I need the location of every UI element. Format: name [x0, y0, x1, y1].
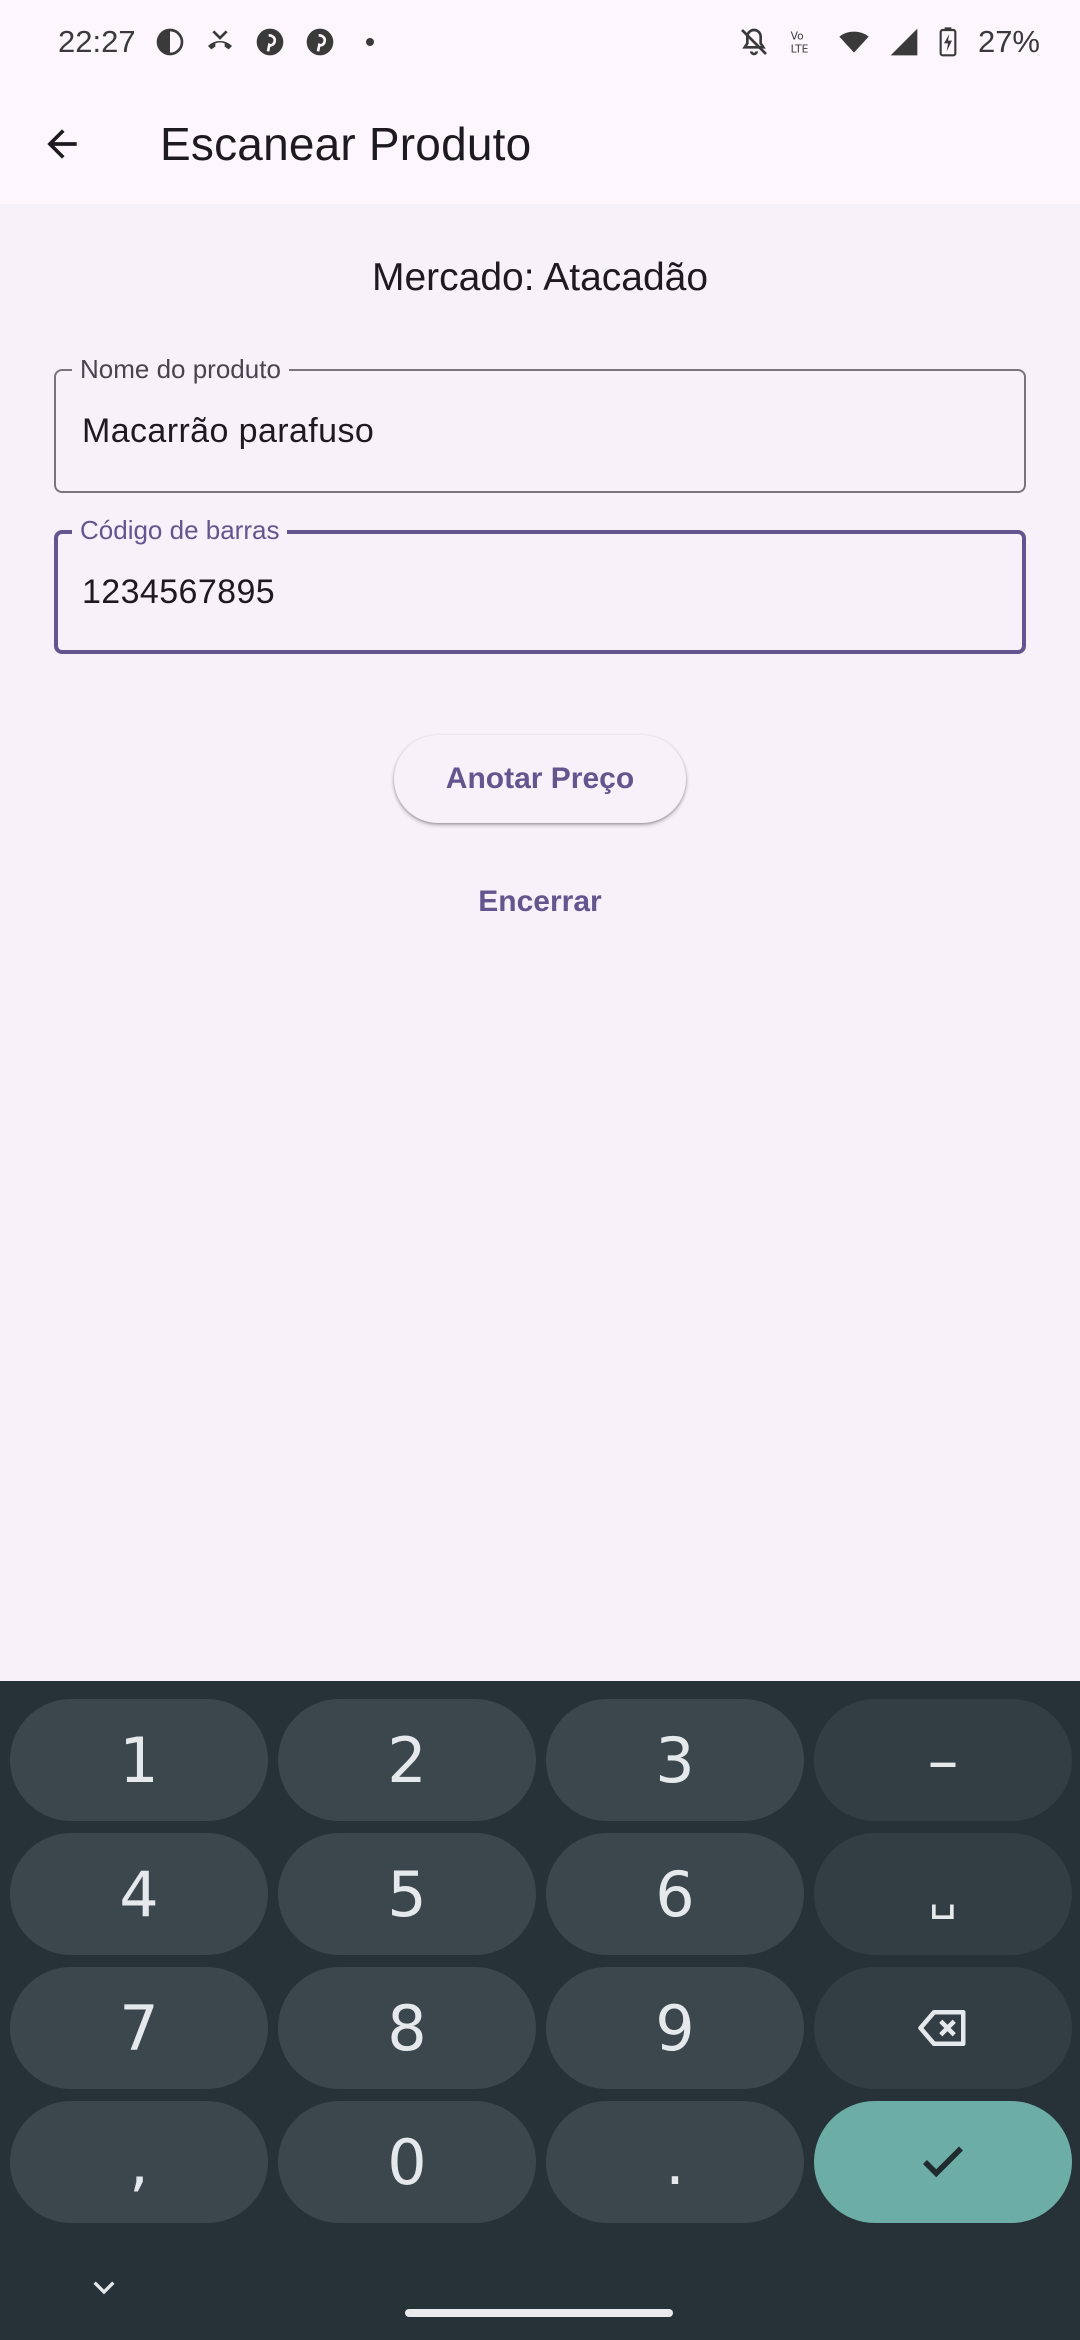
- keyboard-collapse-button[interactable]: [80, 2268, 128, 2308]
- key-backspace[interactable]: [814, 1967, 1072, 2089]
- battery-percent: 27%: [977, 24, 1040, 59]
- chevron-down-icon: [93, 2281, 115, 2295]
- app-icon: [154, 26, 186, 58]
- key-9[interactable]: 9: [546, 1967, 804, 2089]
- status-time: 22:27: [58, 24, 136, 59]
- key-4[interactable]: 4: [10, 1833, 268, 1955]
- missed-call-icon: [204, 26, 236, 58]
- backspace-icon: [918, 2010, 966, 2046]
- key-2[interactable]: 2: [278, 1699, 536, 1821]
- key-dash[interactable]: –: [814, 1699, 1072, 1821]
- key-8[interactable]: 8: [278, 1967, 536, 2089]
- key-6[interactable]: 6: [546, 1833, 804, 1955]
- volte-icon: Vo LTE: [788, 26, 820, 58]
- key-3[interactable]: 3: [546, 1699, 804, 1821]
- wifi-icon: [838, 26, 870, 58]
- back-button[interactable]: [22, 104, 102, 184]
- key-done[interactable]: [814, 2101, 1072, 2223]
- home-indicator[interactable]: [405, 2309, 673, 2317]
- key-1[interactable]: 1: [10, 1699, 268, 1821]
- key-0[interactable]: 0: [278, 2101, 536, 2223]
- status-right: Vo LTE 27%: [738, 24, 1040, 60]
- product-name-value: Macarrão parafuso: [82, 411, 375, 450]
- app-bar: Escanear Produto: [0, 84, 1080, 204]
- svg-text:LTE: LTE: [791, 43, 809, 56]
- key-space[interactable]: ␣: [814, 1833, 1072, 1955]
- pinterest-icon: [304, 26, 336, 58]
- barcode-value: 1234567895: [82, 572, 276, 611]
- key-7[interactable]: 7: [10, 1967, 268, 2089]
- product-name-field[interactable]: Nome do produto Macarrão parafuso: [54, 354, 1026, 493]
- anotar-preco-button[interactable]: Anotar Preço: [394, 735, 686, 823]
- status-bar: 22:27 Vo LTE 27%: [0, 0, 1080, 84]
- barcode-field[interactable]: Código de barras 1234567895: [54, 515, 1026, 654]
- page-title: Escanear Produto: [160, 118, 532, 170]
- key-comma[interactable]: ,: [10, 2101, 268, 2223]
- key-5[interactable]: 5: [278, 1833, 536, 1955]
- arrow-back-icon: [47, 129, 77, 159]
- signal-icon: [888, 26, 920, 58]
- svg-text:Vo: Vo: [791, 29, 804, 42]
- key-period[interactable]: .: [546, 2101, 804, 2223]
- status-left: 22:27: [58, 24, 386, 60]
- encerrar-button[interactable]: Encerrar: [440, 870, 640, 934]
- bell-off-icon: [738, 26, 770, 58]
- dot-icon: [354, 26, 386, 58]
- battery-charging-icon: [938, 26, 958, 58]
- check-icon: [923, 2146, 963, 2178]
- pinterest-icon: [254, 26, 286, 58]
- market-label: Mercado: Atacadão: [371, 256, 709, 299]
